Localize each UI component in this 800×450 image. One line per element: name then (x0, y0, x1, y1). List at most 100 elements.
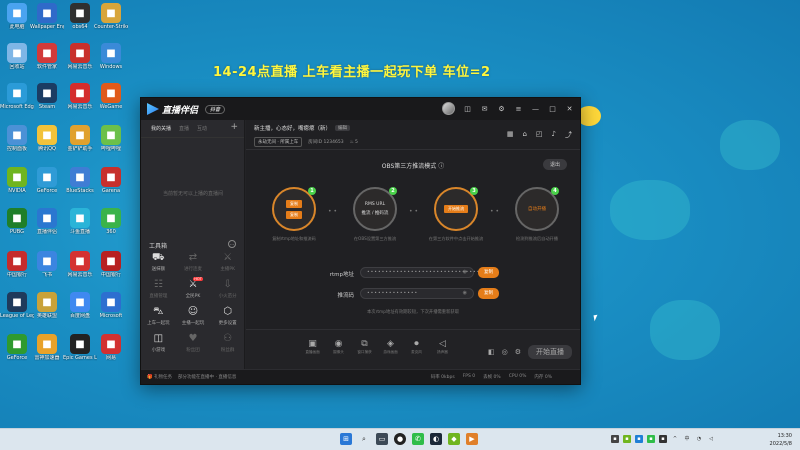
desktop-shortcut[interactable]: ■ 腾讯QQ (30, 125, 64, 152)
shop-icon[interactable]: ▦ (507, 130, 514, 140)
desktop-shortcut[interactable]: ■ Windows (94, 43, 128, 70)
desktop-shortcut[interactable]: ■ 软件管家 (30, 43, 64, 70)
desktop-shortcut[interactable]: ■ Microsoft (94, 292, 128, 319)
desktop-shortcut[interactable]: ■ 飞书 (30, 251, 64, 278)
desktop-shortcut[interactable]: ■Wallpaper Engine (30, 3, 64, 30)
lock-icon[interactable]: ⌂ (522, 130, 526, 140)
help-icon[interactable]: ⓘ (438, 163, 444, 170)
desktop-shortcut[interactable]: ■ 此电脑 (0, 3, 34, 30)
desktop-shortcut[interactable]: ■Epic Games Launcher (63, 334, 97, 361)
desktop-shortcut[interactable]: ■League of Legends (0, 292, 34, 319)
toolbox-item[interactable]: ◫ 小游戏 (141, 333, 176, 353)
menu-icon[interactable]: ≡ (514, 105, 523, 113)
network-icon[interactable]: ◔ (695, 435, 703, 443)
desktop-shortcut[interactable]: ■ obs64 (63, 3, 97, 30)
desktop-shortcut[interactable]: ■ 回收站 (0, 43, 34, 70)
toolbox-item[interactable]: ⛍ 上车一起玩 (141, 306, 176, 326)
copy-key-button[interactable]: 复制 (478, 288, 499, 299)
desktop-shortcut[interactable]: ■ GeForce (30, 167, 64, 194)
category-tag[interactable]: 永劫无间 · 所属上车 (254, 137, 303, 147)
bell-icon[interactable]: ♪ (552, 130, 556, 140)
desktop-shortcut[interactable]: ■ WeGame (94, 83, 128, 110)
source-tool-button[interactable]: ◉ 摄像头 (330, 339, 347, 355)
message-icon[interactable]: ✉ (480, 105, 489, 113)
desktop-shortcut[interactable]: ■ 雷神加速器 (30, 334, 64, 361)
box-icon[interactable]: ◰ (536, 130, 543, 140)
desktop-shortcut[interactable]: ■ 中国银行 (94, 251, 128, 278)
platform-badge[interactable]: 抖音 (205, 104, 226, 114)
tray-app-icon[interactable]: ▪ (635, 435, 643, 443)
record-icon[interactable]: ◧ (488, 348, 495, 356)
tray-app-icon[interactable]: ▪ (659, 435, 667, 443)
desktop-shortcut[interactable]: ■ 360 (94, 208, 128, 235)
live-companion-icon[interactable]: ▶ (466, 433, 478, 445)
desktop-shortcut[interactable]: ■ Counter-Strike (94, 3, 128, 30)
desktop-shortcut[interactable]: ■ 网易云音乐 (63, 251, 97, 278)
copy-rtmp-button[interactable]: 复制 (478, 267, 499, 278)
toolbox-item[interactable]: ♥ 粉丝团 (176, 333, 211, 353)
exit-button[interactable]: 退出 (542, 159, 567, 170)
volume-icon[interactable]: ◁ (707, 435, 715, 443)
desktop-shortcut[interactable]: ■ 网易 (94, 334, 128, 361)
toolbox-item[interactable]: ☷ 直播管理 (141, 279, 176, 299)
desktop-shortcut[interactable]: ■ GeForce (0, 334, 34, 361)
copy-url-button[interactable]: 复制 (286, 199, 302, 208)
copy-key-button[interactable]: 复制 (286, 210, 302, 219)
avatar[interactable] (442, 102, 455, 115)
skin-icon[interactable]: ◫ (463, 105, 472, 113)
desktop-shortcut[interactable]: ■ 英雄联盟 (30, 292, 64, 319)
minimize-icon[interactable]: — (531, 105, 540, 113)
steam-icon[interactable]: ◐ (430, 433, 442, 445)
clock[interactable]: 13:30 2022/5/8 (770, 432, 792, 448)
share-icon[interactable]: ⤴ (565, 130, 572, 140)
toolbox-item[interactable]: ⛟ 送抹额 (141, 252, 176, 272)
desktop-shortcut[interactable]: ■ 直播伴侣 (30, 208, 64, 235)
source-tool-button[interactable]: ◁ 扬声器 (434, 339, 451, 355)
tab-live[interactable]: 直播 (179, 125, 189, 132)
toolbox-item[interactable]: ☺ 主播一起玩 (176, 306, 211, 326)
desktop-shortcut[interactable]: ■ Garena (94, 167, 128, 194)
close-icon[interactable]: ✕ (565, 105, 574, 113)
gift-task-label[interactable]: 礼物任务 (154, 374, 172, 380)
source-tool-button[interactable]: ◈ 游戏画面 (382, 339, 399, 355)
toolbox-more-icon[interactable]: … (228, 240, 236, 248)
desktop-shortcut[interactable]: ■ Steam (30, 83, 64, 110)
desktop-shortcut[interactable]: ■ NVIDIA (0, 167, 34, 194)
chevron-up-icon[interactable]: ^ (671, 435, 679, 443)
desktop-shortcut[interactable]: ■ PUBG (0, 208, 34, 235)
tab-my-streams[interactable]: 我的关播 (151, 125, 171, 132)
stream-key-field[interactable]: •••••••••••••• ◉ (360, 288, 474, 299)
task-view-icon[interactable]: ▭ (376, 433, 388, 445)
desktop-shortcut[interactable]: ■ 斗鱼直播 (63, 208, 97, 235)
edit-button[interactable]: 编辑 (335, 125, 351, 131)
toolbox-item[interactable]: ⚇ 粉丝群 (210, 333, 245, 353)
gear-icon[interactable]: ⚙ (515, 348, 521, 356)
search-icon[interactable]: ⌕ (358, 433, 370, 445)
nvidia-icon[interactable]: ◆ (448, 433, 460, 445)
wechat-icon[interactable]: ✆ (412, 433, 424, 445)
toolbox-item[interactable]: ⇄ 进行连麦 (176, 252, 211, 272)
desktop-shortcut[interactable]: ■ BlueStacks (63, 167, 97, 194)
tray-nvidia-icon[interactable]: ▪ (623, 435, 631, 443)
desktop-shortcut[interactable]: ■ 百度网盘 (63, 292, 97, 319)
desktop-shortcut[interactable]: ■ 控制面板 (0, 125, 34, 152)
desktop-shortcut[interactable]: ■ 网易云音乐 (63, 43, 97, 70)
toolbox-item[interactable]: ⚔ 主播PK (210, 252, 245, 272)
toolbox-item[interactable]: ⇩ 小火苗分 (210, 279, 245, 299)
rtmp-field[interactable]: •••••••••••••••••••••••••••••••• ◉ (360, 267, 483, 278)
maximize-icon[interactable]: □ (548, 105, 557, 113)
source-tool-button[interactable]: ⧉ 窗口捕获 (356, 339, 373, 355)
preview-icon[interactable]: ◎ (502, 348, 508, 356)
eye-icon[interactable]: ◉ (463, 269, 468, 275)
toolbox-item[interactable]: ⚔ HOT 全民PK (176, 277, 211, 299)
ime-icon[interactable]: 中 (683, 435, 691, 443)
start-live-button[interactable]: 开始直播 (528, 345, 572, 359)
add-icon[interactable]: + (230, 122, 238, 132)
obs-icon[interactable]: ● (394, 433, 406, 445)
tab-interact[interactable]: 互动 (197, 125, 207, 132)
tray-wechat-icon[interactable]: ▪ (647, 435, 655, 443)
start-push-button[interactable]: 开始推流 (444, 205, 468, 213)
toolbox-item[interactable]: ⬡ 更多设置 (210, 306, 245, 326)
source-tool-button[interactable]: ▣ 直播画面 (304, 339, 321, 355)
desktop-shortcut[interactable]: ■ 网易云音乐 (63, 83, 97, 110)
